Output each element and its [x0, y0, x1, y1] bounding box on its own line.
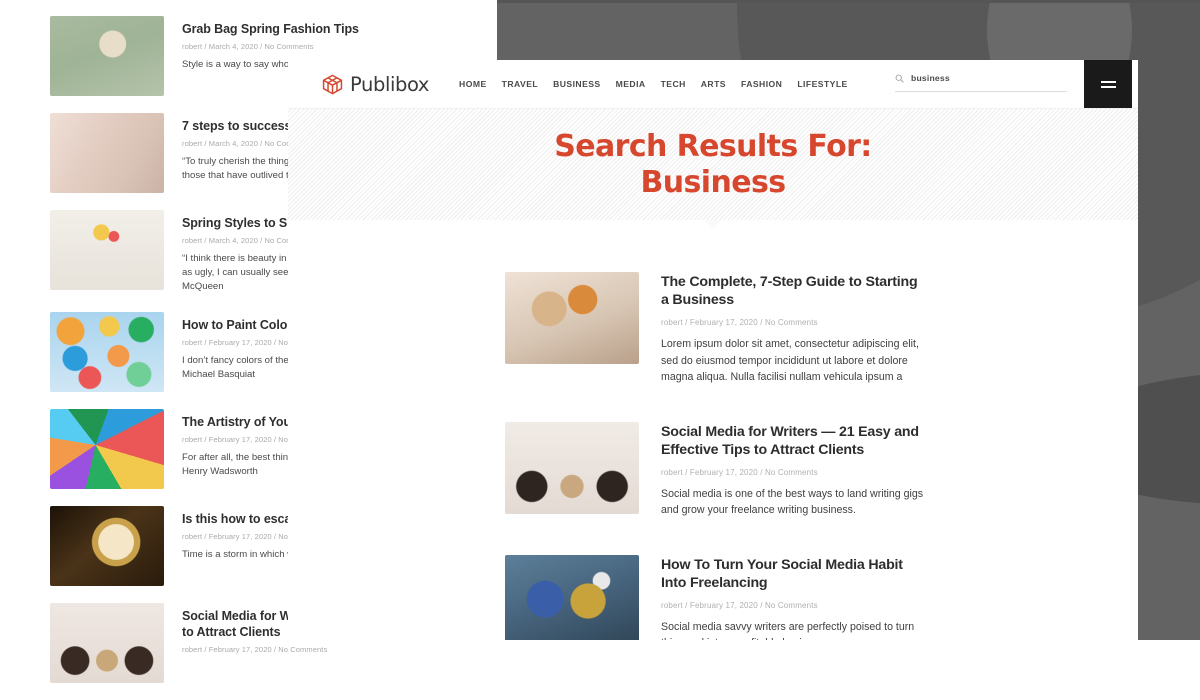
search-icon	[895, 74, 904, 83]
page-title-line-2: Business	[641, 165, 786, 200]
background-post-thumbnail	[50, 603, 164, 683]
background-post-thumbnail	[50, 16, 164, 96]
background-post-meta: robert / February 17, 2020 / No Comments	[182, 645, 497, 654]
hamburger-menu-icon	[1101, 86, 1116, 88]
background-post-title: Grab Bag Spring Fashion Tips	[182, 21, 497, 37]
brand-name: Publibox	[350, 73, 429, 96]
site-header: Publibox HOME TRAVEL BUSINESS MEDIA TECH ARTS…	[288, 60, 1138, 108]
background-post-meta: robert / March 4, 2020 / No Comments	[182, 42, 497, 51]
nav-item-media[interactable]: MEDIA	[616, 79, 646, 89]
result-thumbnail[interactable]	[505, 422, 639, 514]
nav-item-tech[interactable]: TECH	[661, 79, 686, 89]
result-body: Social Media for Writers — 21 Easy and E…	[661, 422, 927, 519]
nav-item-lifestyle[interactable]: LIFESTYLE	[797, 79, 847, 89]
hamburger-menu-icon	[1101, 81, 1116, 83]
search-result-item[interactable]: How To Turn Your Social Media Habit Into…	[505, 555, 1138, 640]
result-title[interactable]: The Complete, 7-Step Guide to Starting a…	[661, 273, 927, 309]
nav-item-fashion[interactable]: FASHION	[741, 79, 782, 89]
site-panel: Publibox HOME TRAVEL BUSINESS MEDIA TECH ARTS…	[288, 60, 1138, 640]
search-box[interactable]	[895, 73, 1067, 92]
result-thumbnail[interactable]	[505, 555, 639, 640]
hamburger-menu-button[interactable]	[1084, 60, 1132, 108]
nav-item-travel[interactable]: TRAVEL	[502, 79, 538, 89]
result-title[interactable]: Social Media for Writers — 21 Easy and E…	[661, 423, 927, 459]
nav-item-home[interactable]: HOME	[459, 79, 487, 89]
cube-logo-icon	[322, 74, 343, 95]
background-post-thumbnail	[50, 506, 164, 586]
result-meta: robert / February 17, 2020 / No Comments	[661, 601, 927, 610]
background-post-thumbnail	[50, 409, 164, 489]
background-post-thumbnail	[50, 312, 164, 392]
background-topbar-shade	[497, 0, 1200, 3]
search-result-item[interactable]: The Complete, 7-Step Guide to Starting a…	[505, 272, 1138, 386]
result-meta: robert / February 17, 2020 / No Comments	[661, 468, 927, 477]
search-input[interactable]	[911, 73, 1067, 83]
result-body: How To Turn Your Social Media Habit Into…	[661, 555, 927, 640]
brand-logo[interactable]: Publibox	[322, 73, 429, 96]
background-post-thumbnail	[50, 210, 164, 290]
page-title: Search Results For: Business	[554, 129, 871, 199]
main-navigation: HOME TRAVEL BUSINESS MEDIA TECH ARTS FASHION LI…	[459, 79, 848, 89]
result-thumbnail[interactable]	[505, 272, 639, 364]
page-title-line-1: Search Results For:	[554, 129, 871, 164]
result-meta: robert / February 17, 2020 / No Comments	[661, 318, 927, 327]
nav-item-arts[interactable]: ARTS	[701, 79, 726, 89]
result-excerpt: Lorem ipsum dolor sit amet, consectetur …	[661, 336, 927, 385]
search-result-item[interactable]: Social Media for Writers — 21 Easy and E…	[505, 422, 1138, 519]
background-post-thumbnail	[50, 113, 164, 193]
result-body: The Complete, 7-Step Guide to Starting a…	[661, 272, 927, 386]
search-results-hero: Search Results For: Business	[288, 108, 1138, 220]
hero-notch	[704, 220, 722, 229]
search-results-list: The Complete, 7-Step Guide to Starting a…	[288, 220, 1138, 640]
result-excerpt: Social media savvy writers are perfectly…	[661, 619, 927, 640]
result-title[interactable]: How To Turn Your Social Media Habit Into…	[661, 556, 927, 592]
result-excerpt: Social media is one of the best ways to …	[661, 486, 927, 519]
search-underline	[895, 91, 1067, 92]
nav-item-business[interactable]: BUSINESS	[553, 79, 601, 89]
